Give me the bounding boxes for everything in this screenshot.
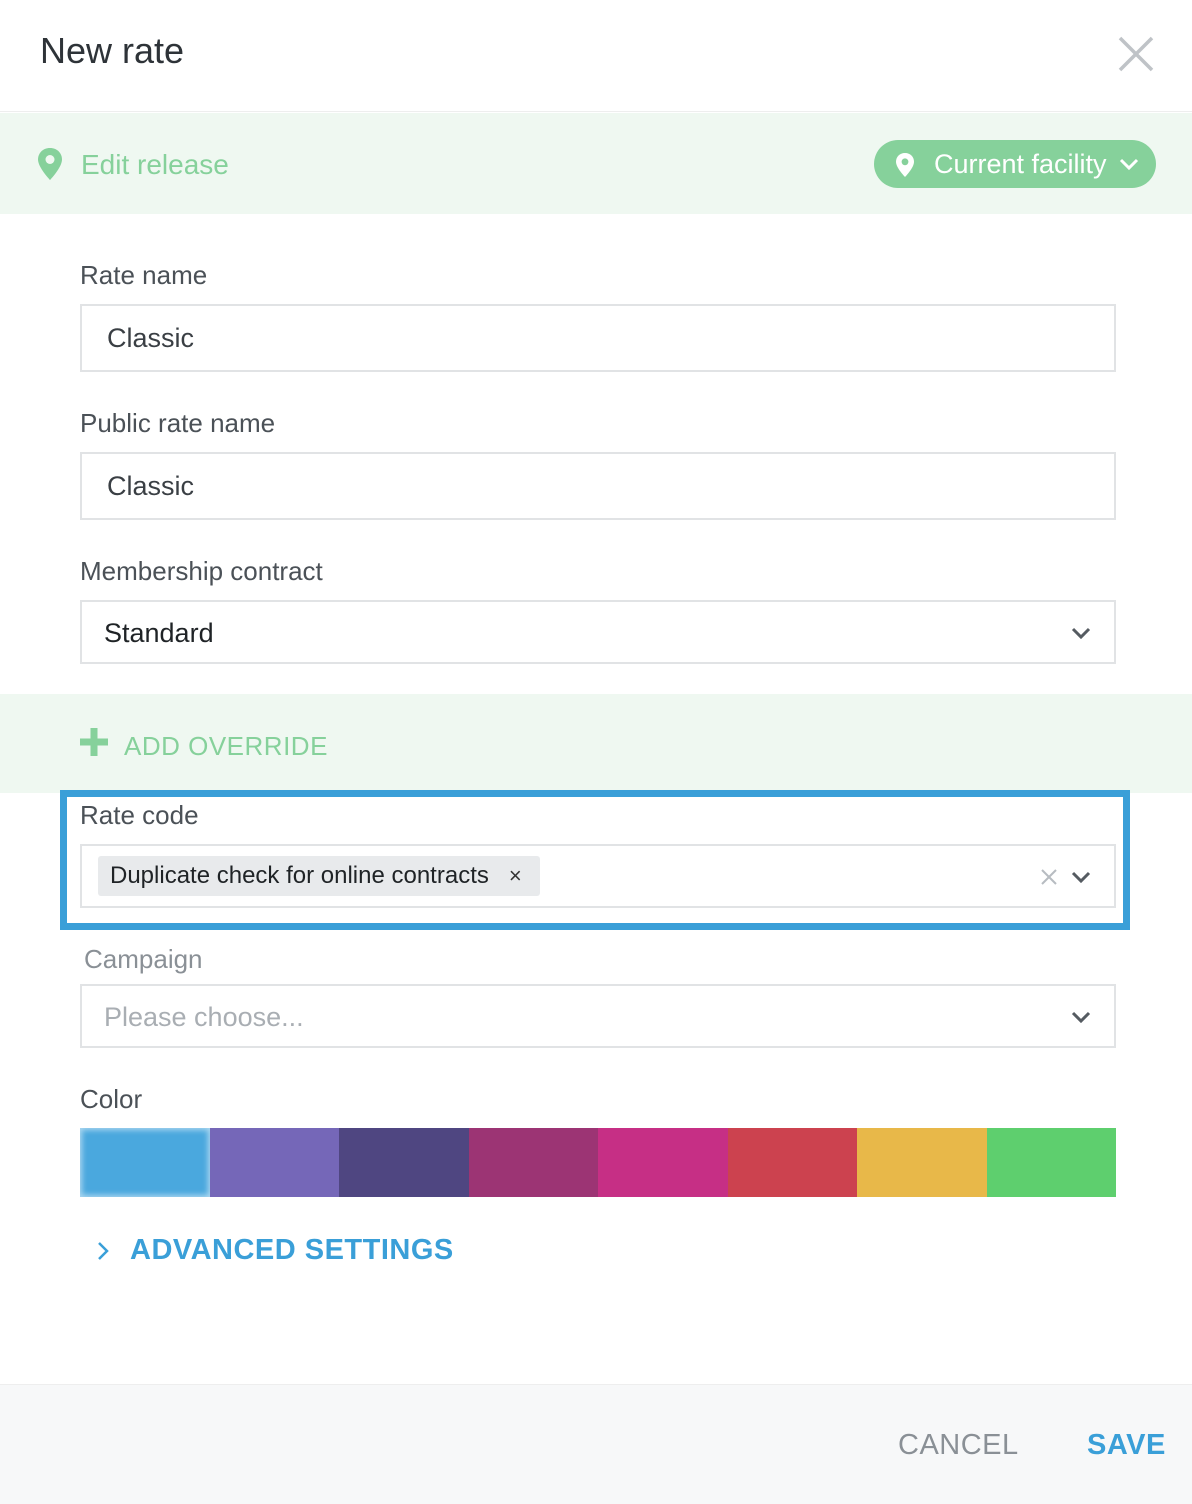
dialog-footer: CANCEL SAVE bbox=[0, 1384, 1192, 1504]
chevron-right-icon bbox=[98, 1241, 109, 1260]
color-swatch[interactable] bbox=[80, 1128, 210, 1197]
color-swatch[interactable] bbox=[857, 1128, 987, 1197]
campaign-select[interactable]: Please choose... bbox=[80, 984, 1116, 1048]
rate-code-select[interactable]: Duplicate check for online contracts × bbox=[80, 844, 1116, 908]
public-rate-name-label: Public rate name bbox=[80, 408, 276, 438]
color-swatch[interactable] bbox=[209, 1128, 339, 1197]
membership-contract-select[interactable]: Standard bbox=[80, 600, 1116, 664]
membership-contract-label: Membership contract bbox=[80, 556, 323, 586]
current-facility-label: Current facility bbox=[934, 149, 1107, 179]
current-facility-button[interactable]: Current facility bbox=[874, 140, 1156, 188]
edit-release-link[interactable]: Edit release bbox=[81, 149, 229, 181]
advanced-settings-label: ADVANCED SETTINGS bbox=[130, 1234, 454, 1266]
rate-name-input[interactable] bbox=[80, 304, 1116, 372]
campaign-placeholder: Please choose... bbox=[104, 1002, 304, 1032]
public-rate-name-input[interactable] bbox=[80, 452, 1116, 520]
rate-code-chip-label: Duplicate check for online contracts bbox=[110, 862, 489, 889]
chevron-down-icon bbox=[1119, 158, 1139, 171]
new-rate-dialog: New rate Edit release Current facility R bbox=[0, 0, 1192, 1504]
rate-name-label: Rate name bbox=[80, 260, 208, 290]
chevron-down-icon bbox=[1071, 1011, 1091, 1024]
add-override-label: ADD OVERRIDE bbox=[124, 731, 328, 761]
chevron-down-icon bbox=[1071, 627, 1091, 640]
add-override-bar[interactable]: ADD OVERRIDE bbox=[0, 694, 1192, 793]
map-pin-icon bbox=[896, 153, 914, 177]
chip-remove-button[interactable]: × bbox=[505, 863, 526, 889]
advanced-settings-toggle[interactable]: ADVANCED SETTINGS bbox=[96, 1234, 454, 1267]
color-swatch[interactable] bbox=[468, 1128, 598, 1197]
close-icon bbox=[1118, 36, 1154, 72]
color-palette bbox=[80, 1128, 1116, 1197]
color-swatch[interactable] bbox=[339, 1128, 469, 1197]
map-pin-icon bbox=[38, 148, 62, 180]
clear-icon[interactable] bbox=[1040, 868, 1058, 886]
color-swatch[interactable] bbox=[986, 1128, 1116, 1197]
close-button[interactable] bbox=[1116, 34, 1156, 74]
cancel-button[interactable]: CANCEL bbox=[898, 1429, 1019, 1462]
color-swatch[interactable] bbox=[727, 1128, 857, 1197]
campaign-label: Campaign bbox=[84, 944, 203, 974]
chevron-down-icon bbox=[1071, 871, 1091, 884]
color-label: Color bbox=[80, 1084, 143, 1114]
dialog-title: New rate bbox=[40, 30, 185, 71]
membership-contract-value: Standard bbox=[104, 618, 214, 648]
rate-code-chip: Duplicate check for online contracts × bbox=[98, 856, 540, 896]
color-swatch[interactable] bbox=[598, 1128, 728, 1197]
rate-code-label: Rate code bbox=[80, 800, 199, 830]
save-button[interactable]: SAVE bbox=[1087, 1429, 1166, 1462]
dialog-header: New rate bbox=[0, 0, 1192, 112]
plus-icon bbox=[80, 728, 108, 756]
release-bar: Edit release Current facility bbox=[0, 113, 1192, 214]
